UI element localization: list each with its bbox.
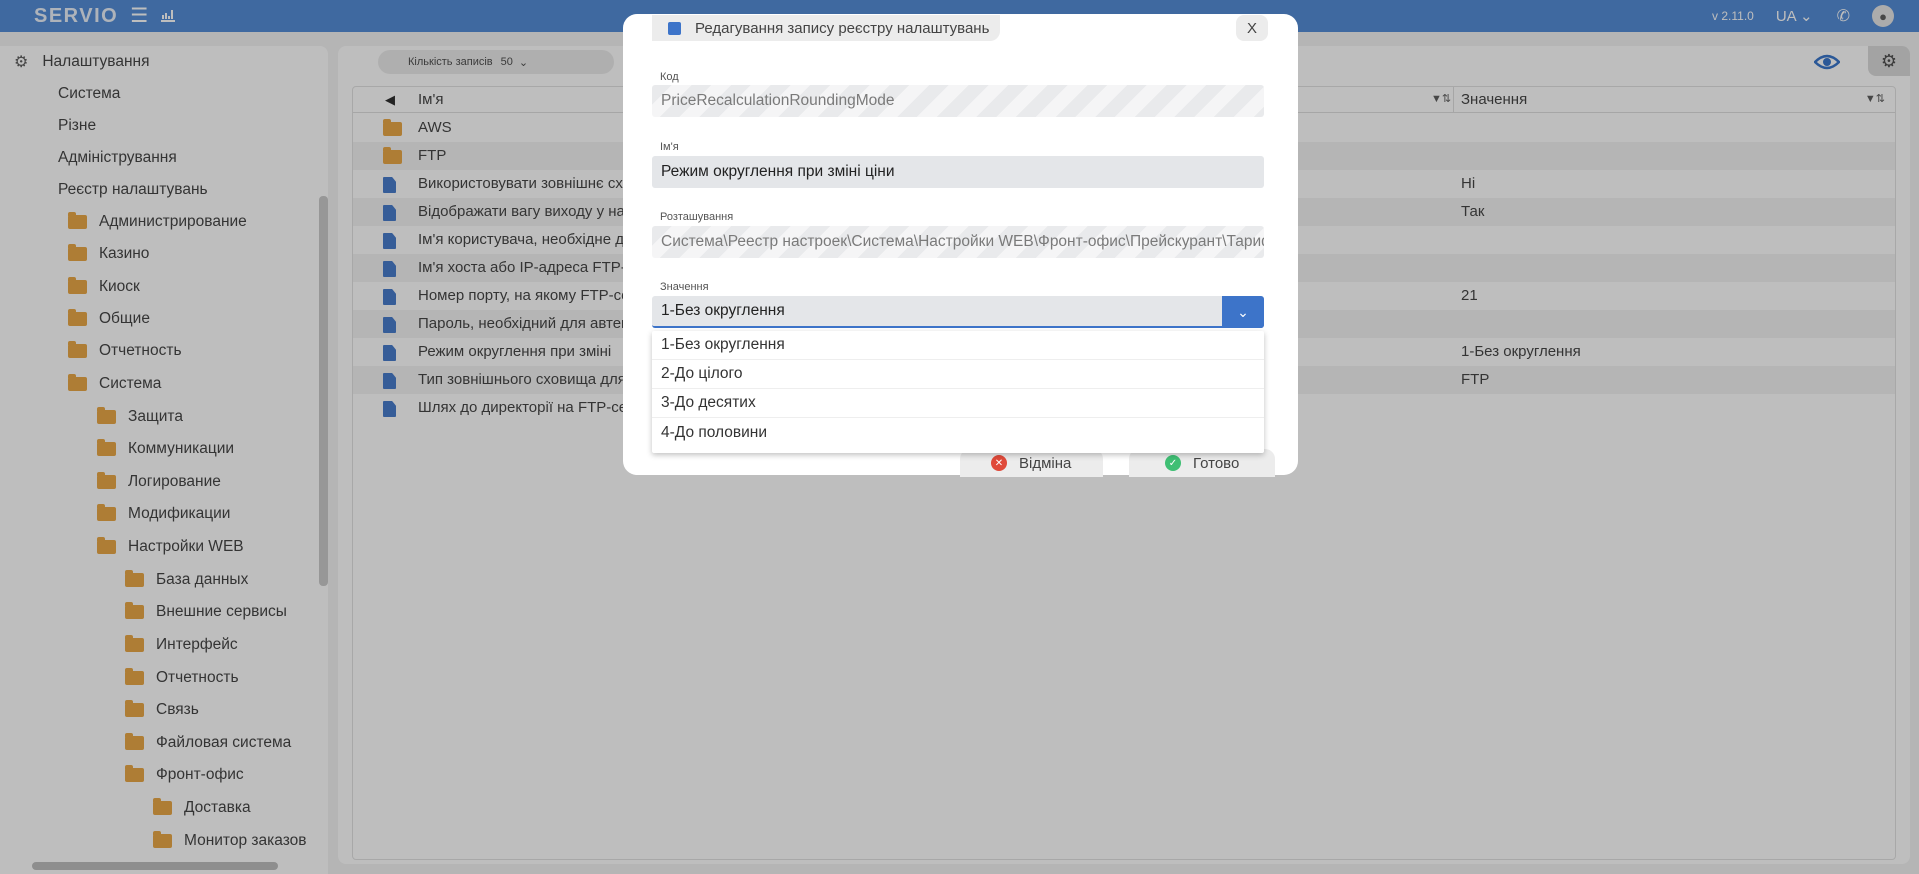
- check-circle-icon: ✓: [1165, 455, 1181, 471]
- code-label: Код: [660, 71, 679, 83]
- dialog-title-tab: Редагування запису реєстру налаштувань: [652, 15, 1000, 41]
- value-dropdown-list: 1-Без округлення 2-До цілого 3-До десяти…: [652, 331, 1264, 453]
- cancel-button[interactable]: ✕ Відміна: [960, 449, 1103, 477]
- name-field[interactable]: Режим округлення при зміні ціни: [652, 156, 1264, 188]
- value-label: Значення: [660, 281, 709, 293]
- done-button[interactable]: ✓ Готово: [1129, 449, 1275, 477]
- location-label: Розташування: [660, 211, 734, 223]
- value-select[interactable]: 1-Без округлення: [652, 296, 1264, 328]
- name-label: Ім'я: [660, 141, 679, 153]
- dropdown-option[interactable]: 3-До десятих: [652, 389, 1264, 418]
- dropdown-option[interactable]: 1-Без округлення: [652, 331, 1264, 360]
- dropdown-toggle-button[interactable]: ⌄: [1222, 296, 1264, 328]
- edit-registry-dialog: Редагування запису реєстру налаштувань X…: [623, 14, 1298, 477]
- dropdown-option[interactable]: 4-До половини: [652, 418, 1264, 447]
- chevron-down-icon: ⌄: [1237, 303, 1249, 320]
- cancel-label: Відміна: [1019, 454, 1072, 472]
- location-field: Система\Реестр настроек\Система\Настройк…: [652, 226, 1264, 258]
- copy-icon: [665, 21, 681, 36]
- dialog-title: Редагування запису реєстру налаштувань: [695, 19, 990, 37]
- dropdown-option[interactable]: 2-До цілого: [652, 360, 1264, 389]
- close-circle-icon: ✕: [991, 455, 1007, 471]
- code-field: PriceRecalculationRoundingMode: [652, 85, 1264, 117]
- close-button[interactable]: X: [1236, 15, 1268, 41]
- done-label: Готово: [1193, 454, 1240, 472]
